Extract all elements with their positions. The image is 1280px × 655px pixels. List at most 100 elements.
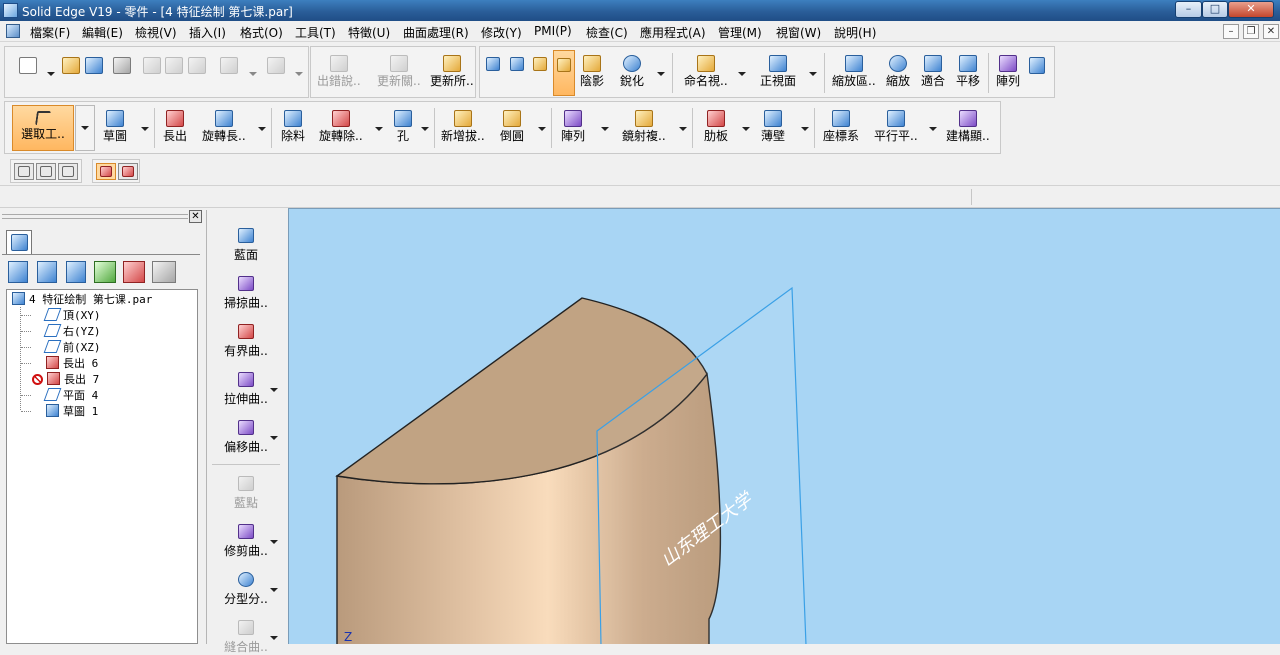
print-button[interactable]: [113, 57, 131, 74]
wireframe-button[interactable]: [486, 57, 500, 71]
redo-dropdown-icon[interactable]: [295, 72, 303, 76]
construction-display-button[interactable]: 建構顯..: [946, 110, 990, 143]
undo-dropdown-icon[interactable]: [249, 72, 257, 76]
maximize-button[interactable]: □: [1202, 1, 1228, 18]
bounded-surface-button[interactable]: 有界曲..: [206, 324, 286, 359]
tree-item-plane-4[interactable]: 平面 4: [43, 388, 98, 403]
protrusion-button[interactable]: 長出: [163, 110, 187, 143]
tree-item-right-plane[interactable]: 右(YZ): [43, 324, 101, 339]
round-button[interactable]: 倒圓: [500, 110, 524, 143]
solid-edge-app-icon[interactable]: [3, 3, 18, 18]
tree-item-sketch-1[interactable]: 草圖 1: [46, 404, 98, 419]
mirror-copy-button[interactable]: 鏡射複..: [622, 110, 666, 143]
new-dropdown-icon[interactable]: [47, 72, 55, 76]
menu-insert[interactable]: 插入(I): [189, 24, 226, 41]
menu-view[interactable]: 檢視(V): [135, 24, 177, 41]
cut-button[interactable]: [143, 57, 161, 74]
new-file-button[interactable]: [19, 57, 37, 74]
extruded-surface-dropdown-icon[interactable]: [270, 388, 278, 392]
revolved-cutout-button[interactable]: 旋轉除..: [319, 110, 363, 143]
parting-split-dropdown-icon[interactable]: [270, 588, 278, 592]
pan-button[interactable]: 平移: [956, 55, 980, 88]
mirror-dropdown-icon[interactable]: [679, 127, 687, 131]
menu-manage[interactable]: 管理(M): [718, 24, 762, 41]
paste-button[interactable]: [188, 57, 206, 74]
sharpen-button[interactable]: 銳化: [620, 55, 644, 88]
select-filter-button-5[interactable]: [118, 163, 138, 180]
menu-pmi[interactable]: PMI(P): [534, 24, 572, 38]
protrusion-dropdown-icon[interactable]: [258, 127, 266, 131]
panel-grip[interactable]: [2, 214, 188, 219]
fit-button[interactable]: 適合: [921, 55, 945, 88]
open-file-button[interactable]: [62, 57, 80, 74]
tree-item-top-plane[interactable]: 頂(XY): [43, 308, 101, 323]
menu-features[interactable]: 特徵(U): [348, 24, 390, 41]
sensors-icon[interactable]: [94, 261, 116, 283]
undo-button[interactable]: [220, 57, 238, 74]
rib-dropdown-icon[interactable]: [742, 127, 750, 131]
error-assistant-button[interactable]: 出錯說..: [317, 55, 361, 88]
update-links-button[interactable]: 更新關..: [377, 55, 421, 88]
cutout-button[interactable]: 除料: [281, 110, 305, 143]
revolved-protrusion-button[interactable]: 旋轉長..: [202, 110, 246, 143]
shaded-button[interactable]: 陰影: [580, 55, 604, 88]
feature-playback-icon[interactable]: [152, 261, 176, 283]
named-views-dropdown-icon[interactable]: [738, 72, 746, 76]
thin-wall-button[interactable]: 薄壁: [761, 110, 785, 143]
sketch-button[interactable]: 草圖: [103, 110, 127, 143]
hidden-edges-button[interactable]: [510, 57, 524, 71]
pattern-dropdown-icon[interactable]: [601, 127, 609, 131]
menu-tools[interactable]: 工具(T): [295, 24, 336, 41]
stitched-surface-dropdown-icon[interactable]: [270, 636, 278, 640]
trim-surface-dropdown-icon[interactable]: [270, 540, 278, 544]
blue-dot-button[interactable]: 藍點: [206, 476, 286, 511]
save-button[interactable]: [85, 57, 103, 74]
close-button[interactable]: ✕: [1228, 1, 1274, 18]
menu-help[interactable]: 說明(H): [834, 24, 876, 41]
redo-button[interactable]: [267, 57, 285, 74]
tree-root[interactable]: 4 特征绘制 第七课.par: [12, 292, 152, 307]
tree-item-front-plane[interactable]: 前(XZ): [43, 340, 101, 355]
menu-surfacing[interactable]: 曲面處理(R): [403, 24, 469, 41]
select-tool-button[interactable]: 選取工..: [12, 105, 74, 151]
feature-tree-icon[interactable]: [8, 261, 28, 283]
hole-dropdown-icon[interactable]: [421, 127, 429, 131]
document-icon[interactable]: [6, 24, 20, 38]
rib-button[interactable]: 肋板: [704, 110, 728, 143]
add-draft-button[interactable]: 新增拔..: [441, 110, 485, 143]
hole-button[interactable]: 孔: [394, 110, 412, 143]
feature-library-icon[interactable]: [123, 261, 145, 283]
select-filter-button-4[interactable]: [96, 163, 116, 180]
zoom-button[interactable]: 縮放: [886, 55, 910, 88]
mdi-close-button[interactable]: ✕: [1263, 24, 1279, 39]
shaded-visible-edges-button[interactable]: [553, 50, 575, 96]
front-view-button[interactable]: 正視面: [760, 55, 796, 88]
tree-item-protrusion-6[interactable]: 長出 6: [46, 356, 98, 371]
blue-surface-button[interactable]: 藍面: [206, 228, 286, 263]
family-of-parts-icon[interactable]: [66, 261, 86, 283]
views-dropdown-icon[interactable]: [809, 72, 817, 76]
menu-modify[interactable]: 修改(Y): [481, 24, 522, 41]
copy-button[interactable]: [165, 57, 183, 74]
select-filter-button-3[interactable]: [58, 163, 78, 180]
plane-dropdown-icon[interactable]: [929, 127, 937, 131]
pattern-view-button[interactable]: 陣列: [996, 55, 1020, 88]
cutout-dropdown-icon[interactable]: [375, 127, 383, 131]
pathfinder-tab[interactable]: [6, 230, 32, 254]
sketch-dropdown-icon[interactable]: [141, 127, 149, 131]
menu-edit[interactable]: 編輯(E): [82, 24, 123, 41]
parallel-plane-button[interactable]: 平行平..: [874, 110, 918, 143]
3d-viewport[interactable]: Z 山东理工大学: [288, 208, 1280, 644]
layers-icon[interactable]: [37, 261, 57, 283]
update-all-button[interactable]: 更新所..: [430, 55, 474, 88]
coordinate-system-button[interactable]: 座標系: [823, 110, 859, 143]
visible-edges-button[interactable]: [533, 57, 547, 71]
panel-close-button[interactable]: ✕: [189, 210, 202, 223]
zoom-area-button[interactable]: 縮放區..: [832, 55, 876, 88]
select-filter-button-2[interactable]: [36, 163, 56, 180]
menu-inspect[interactable]: 檢查(C): [586, 24, 628, 41]
menu-file[interactable]: 檔案(F): [30, 24, 70, 41]
pattern-button[interactable]: 陣列: [561, 110, 585, 143]
named-views-button[interactable]: 命名視..: [684, 55, 728, 88]
select-tool-dropdown[interactable]: [75, 105, 95, 151]
